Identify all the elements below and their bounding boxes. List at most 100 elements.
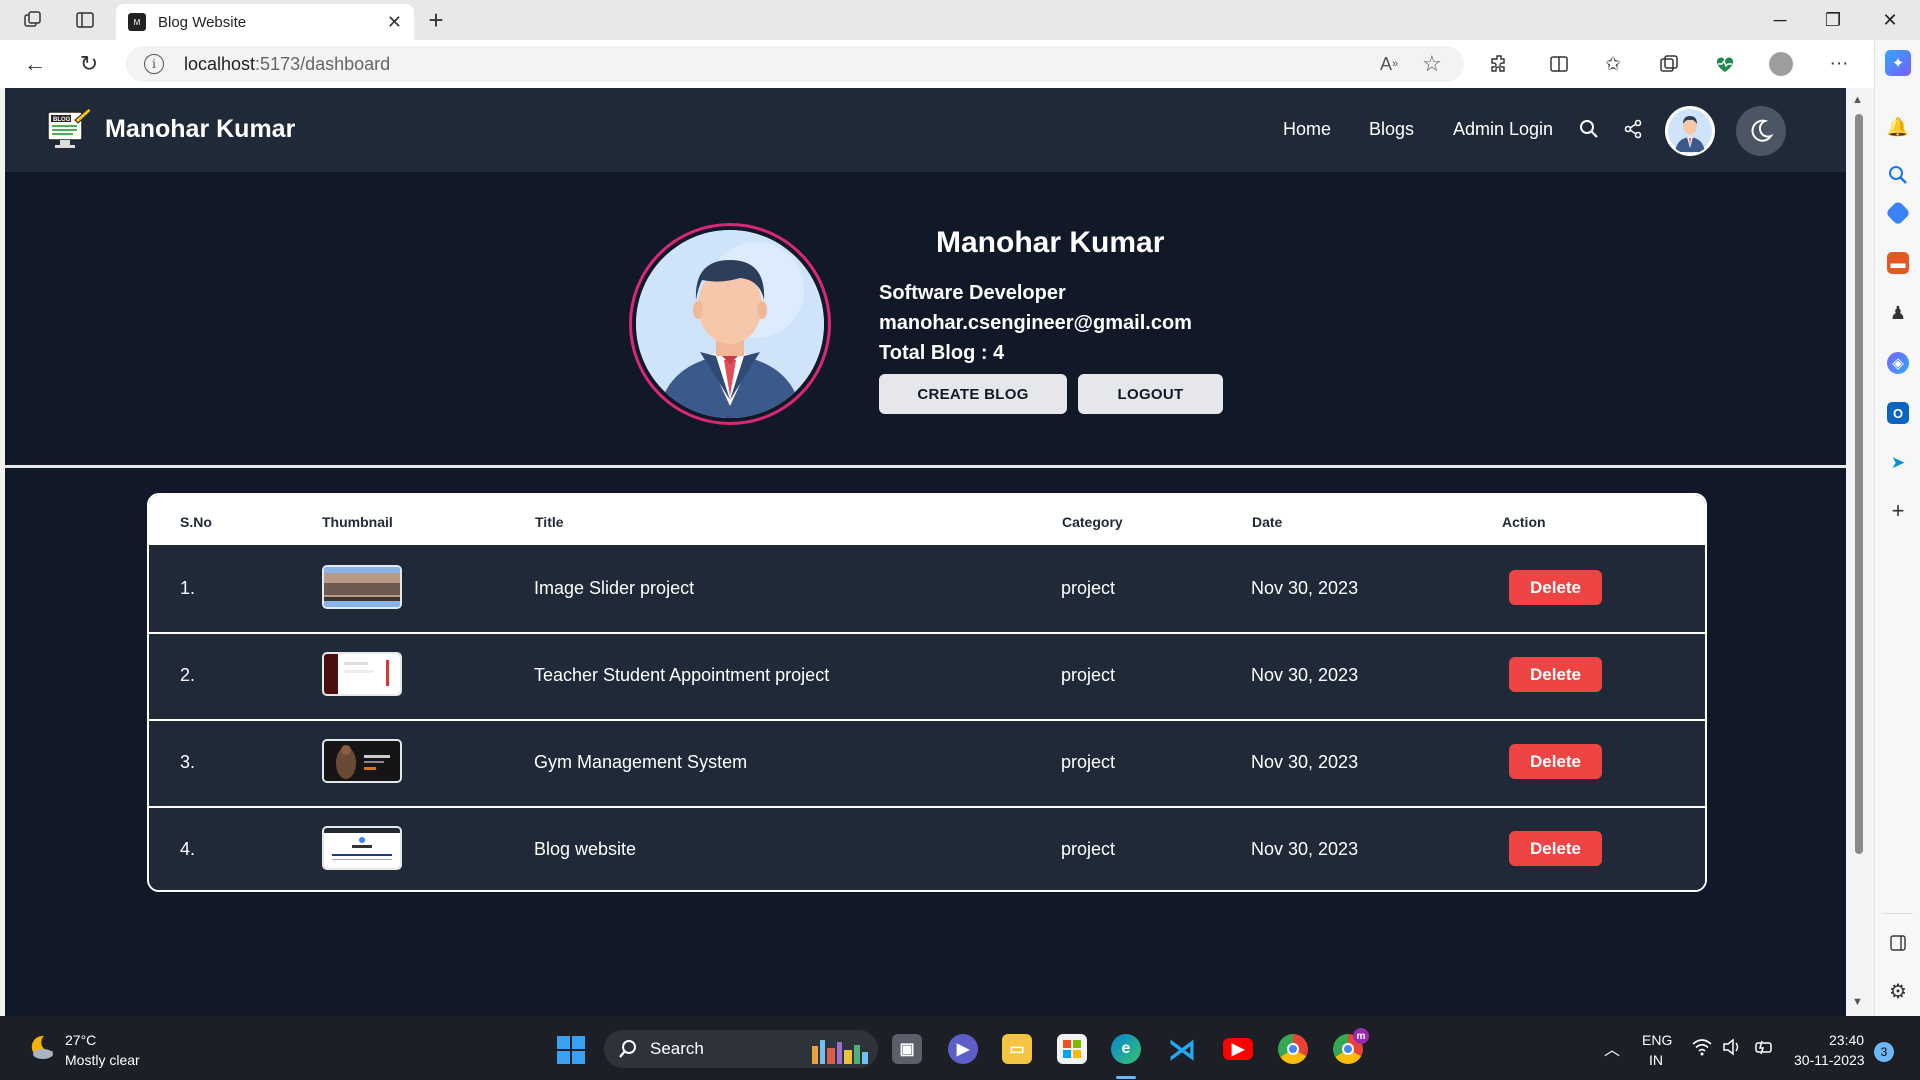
row-sno: 3. (180, 752, 196, 772)
youtube-icon[interactable]: ▶ (1223, 1038, 1253, 1060)
row-thumbnail[interactable] (322, 739, 402, 783)
delete-button[interactable]: Delete (1509, 570, 1602, 605)
share-icon[interactable] (1620, 116, 1646, 142)
hide-sidebar-icon[interactable] (1887, 932, 1909, 954)
create-blog-button[interactable]: CREATE BLOG (879, 374, 1067, 414)
search-icon[interactable] (1576, 116, 1602, 142)
windows-start-icon[interactable] (557, 1036, 585, 1064)
row-date: Nov 30, 2023 (1251, 752, 1359, 772)
add-sidebar-icon[interactable]: + (1887, 498, 1909, 523)
url-text[interactable]: localhost:5173/dashboard (184, 54, 390, 75)
row-title: Image Slider project (534, 578, 695, 598)
shopping-tag-icon[interactable] (1885, 200, 1911, 226)
task-view-icon[interactable]: ▣ (892, 1034, 922, 1064)
copilot-icon[interactable]: ✦ (1885, 50, 1911, 76)
minimize-icon[interactable]: ─ (1760, 6, 1800, 34)
microsoft-store-icon[interactable] (1057, 1034, 1087, 1064)
table-row: 4. Blog website project Nov 30, 2023 Del… (149, 806, 1705, 890)
close-window-icon[interactable]: ✕ (1870, 6, 1910, 34)
back-icon[interactable]: ← (20, 50, 50, 78)
site-info-icon[interactable]: i (144, 54, 164, 74)
user-avatar-button[interactable] (1665, 106, 1715, 156)
browser-tab-active[interactable]: M Blog Website ✕ (116, 4, 414, 40)
show-hidden-icons-icon[interactable]: ︿ (1604, 1036, 1620, 1060)
brand-name[interactable]: Manohar Kumar (105, 115, 295, 144)
new-tab-icon[interactable]: + (422, 5, 450, 35)
url-host: localhost (184, 53, 256, 74)
tab-close-icon[interactable]: ✕ (387, 12, 402, 33)
scroll-down-icon[interactable]: ▼ (1852, 996, 1863, 1008)
scroll-up-icon[interactable]: ▲ (1852, 94, 1863, 106)
site-navbar: BLOG Manohar Kumar Home Blogs Admin Logi… (5, 88, 1846, 172)
more-options-icon[interactable]: ··· (1824, 50, 1854, 78)
refresh-icon[interactable]: ↻ (74, 50, 104, 78)
row-thumbnail[interactable] (322, 565, 402, 609)
outlook-icon[interactable]: O (1887, 402, 1909, 424)
search-sidebar-icon[interactable] (1887, 164, 1909, 186)
profile-avatar-icon[interactable] (1766, 50, 1796, 78)
edge-browser-icon[interactable]: e (1111, 1034, 1141, 1064)
page-scrollbar[interactable]: ▲ ▼ (1846, 88, 1872, 1016)
clock-time[interactable]: 23:40 (1829, 1032, 1864, 1048)
teams-chat-icon[interactable]: ▶ (948, 1034, 978, 1064)
nav-blogs-link[interactable]: Blogs (1369, 119, 1414, 140)
delete-button[interactable]: Delete (1509, 831, 1602, 866)
delete-button[interactable]: Delete (1509, 657, 1602, 692)
tab-favicon-icon: M (128, 13, 146, 31)
logo-text: BLOG (53, 117, 71, 123)
file-explorer-icon[interactable]: ▭ (1002, 1034, 1032, 1064)
volume-icon[interactable] (1722, 1038, 1742, 1059)
th-action: Action (1502, 514, 1546, 530)
taskbar-search[interactable]: Search (604, 1030, 878, 1068)
restore-icon[interactable]: ❐ (1813, 6, 1853, 34)
vscode-icon[interactable]: ⋊ (1167, 1034, 1197, 1065)
weather-moon-icon[interactable] (26, 1032, 56, 1062)
blogs-table: S.No Thumbnail Title Category Date Actio… (147, 493, 1707, 892)
collections-icon[interactable] (1654, 50, 1684, 78)
tab-actions-icon[interactable] (72, 8, 98, 32)
avatar (1668, 109, 1712, 153)
table-row: 1. Image Slider project project Nov 30, … (149, 545, 1705, 632)
dashboard-page: BLOG Manohar Kumar Home Blogs Admin Logi… (5, 88, 1846, 1016)
blog-logo-icon[interactable]: BLOG (45, 106, 93, 152)
language-bottom[interactable]: IN (1649, 1052, 1663, 1068)
row-thumbnail[interactable] (322, 826, 402, 870)
delete-button[interactable]: Delete (1509, 744, 1602, 779)
favorite-star-icon[interactable]: ☆ (1422, 46, 1442, 82)
active-app-indicator (1116, 1076, 1136, 1079)
send-icon[interactable]: ➤ (1887, 452, 1909, 474)
row-thumbnail[interactable] (322, 652, 402, 696)
logout-button[interactable]: LOGOUT (1078, 374, 1223, 414)
clock-date[interactable]: 30-11-2023 (1794, 1052, 1865, 1068)
row-sno: 1. (180, 578, 196, 598)
performance-icon[interactable] (1710, 50, 1740, 78)
scrollbar-thumb[interactable] (1855, 114, 1863, 854)
split-screen-icon[interactable] (1544, 50, 1574, 78)
battery-icon[interactable] (1752, 1038, 1774, 1059)
dark-mode-toggle[interactable] (1736, 106, 1786, 156)
workspaces-icon[interactable] (20, 8, 46, 32)
tools-icon[interactable]: ▬ (1887, 252, 1909, 274)
chrome-icon[interactable] (1278, 1034, 1308, 1064)
profile-avatar (629, 223, 831, 425)
microsoft365-icon[interactable]: ◈ (1887, 352, 1909, 374)
bell-icon[interactable]: 🔔 (1887, 116, 1909, 138)
url-path: :5173/dashboard (255, 53, 391, 74)
address-bar[interactable]: i localhost:5173/dashboard A» ☆ (126, 46, 1464, 82)
notification-count-badge[interactable]: 3 (1874, 1042, 1894, 1062)
weather-desc[interactable]: Mostly clear (65, 1052, 140, 1068)
th-date: Date (1252, 514, 1283, 530)
row-category: project (1061, 752, 1116, 772)
language-top[interactable]: ENG (1642, 1032, 1672, 1048)
nav-home-link[interactable]: Home (1283, 119, 1331, 140)
weather-temp[interactable]: 27°C (65, 1032, 96, 1048)
read-aloud-icon[interactable]: A» (1380, 46, 1398, 82)
row-date: Nov 30, 2023 (1251, 839, 1359, 859)
settings-gear-icon[interactable]: ⚙ (1887, 980, 1909, 1003)
extensions-icon[interactable] (1484, 50, 1514, 78)
favorites-icon[interactable]: ✩ (1598, 50, 1628, 78)
nav-admin-login-link[interactable]: Admin Login (1453, 119, 1553, 140)
wifi-icon[interactable] (1692, 1038, 1712, 1059)
chrome-profile-icon[interactable]: m (1333, 1028, 1369, 1064)
games-icon[interactable]: ♟ (1887, 302, 1909, 324)
